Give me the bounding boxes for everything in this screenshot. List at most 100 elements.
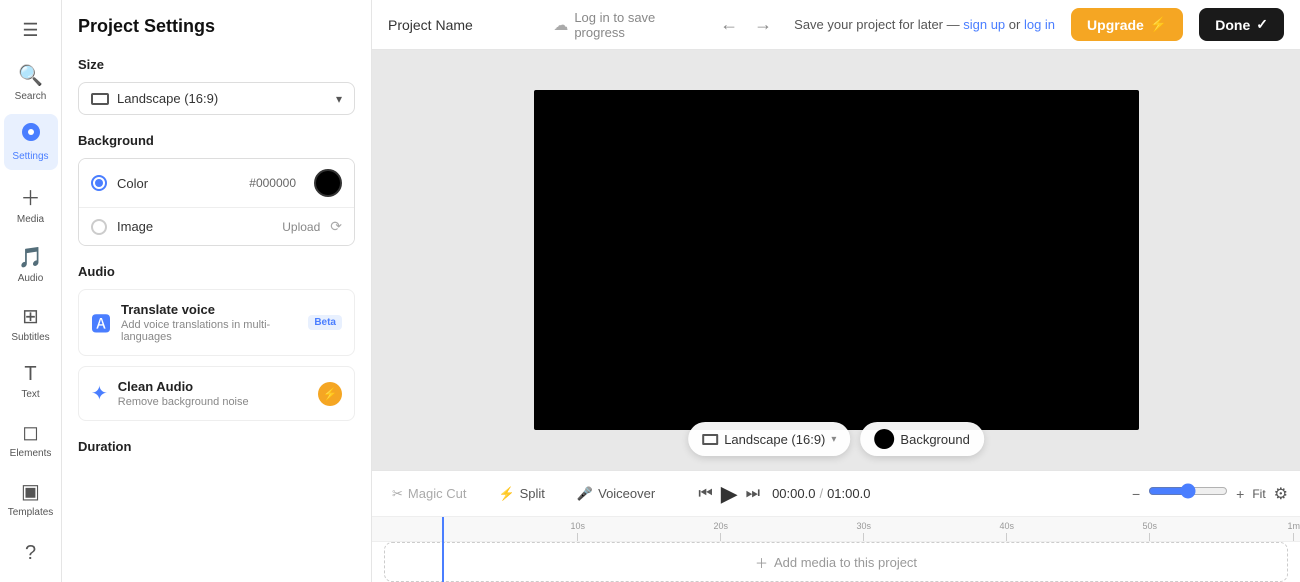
done-button[interactable]: Done ✓ <box>1199 8 1284 41</box>
save-notice-text: Log in to save progress <box>574 10 682 40</box>
undo-redo-group: ← → <box>714 10 778 39</box>
sidebar-label-settings: Settings <box>12 151 48 162</box>
clean-audio-info: Clean Audio Remove background noise <box>118 379 308 408</box>
audio-cards: 🅰 Translate voice Add voice translations… <box>78 289 355 421</box>
save-notice: ☁ Log in to save progress <box>553 10 682 40</box>
sidebar-item-templates[interactable]: ▣ Templates <box>4 471 58 526</box>
settings-panel: Project Settings Size Landscape (16:9) ▾… <box>62 0 372 582</box>
size-section-label: Size <box>78 57 355 72</box>
sidebar-item-media[interactable]: ＋ Media <box>4 174 58 233</box>
sidebar-label-elements: Elements <box>10 448 52 459</box>
sidebar-item-help[interactable]: ? <box>4 534 58 573</box>
fit-button[interactable]: Fit <box>1252 487 1265 501</box>
sidebar-item-audio[interactable]: 🎵 Audio <box>4 237 58 292</box>
ruler-marks: 10s20s30s40s50s1m <box>372 517 1300 541</box>
timeline-center-controls: ⏮ ▶ ⏭ 00:00.0 / 01:00.0 <box>679 481 889 507</box>
redo-button[interactable]: → <box>748 10 778 39</box>
clean-audio-desc: Remove background noise <box>118 396 308 408</box>
color-swatch-button[interactable] <box>314 169 342 197</box>
size-dropdown-arrow: ▾ <box>336 92 342 106</box>
timeline-content[interactable]: ＋ Add media to this project <box>372 542 1300 582</box>
size-value: Landscape (16:9) <box>117 91 218 106</box>
background-pill[interactable]: Background <box>860 422 983 456</box>
zoom-in-button[interactable]: + <box>1236 486 1244 502</box>
skip-back-button[interactable]: ⏮ <box>698 485 712 503</box>
templates-icon: ▣ <box>21 479 40 504</box>
timeline-area: ✂ Magic Cut ⚡ Split 🎤 Voiceover ⏮ ▶ ⏭ <box>372 470 1300 582</box>
zoom-out-button[interactable]: − <box>1132 486 1140 502</box>
add-media-area[interactable]: ＋ Add media to this project <box>384 542 1288 582</box>
bg-color-label: Color <box>117 176 239 191</box>
landscape-pill-label: Landscape (16:9) <box>724 432 825 447</box>
radio-inner <box>95 179 103 187</box>
sidebar-item-elements[interactable]: ◻ Elements <box>4 412 58 467</box>
translate-voice-desc: Add voice translations in multi-language… <box>121 319 298 343</box>
sidebar-item-search[interactable]: 🔍 Search <box>4 55 58 110</box>
panel-title: Project Settings <box>78 16 355 37</box>
signup-link[interactable]: sign up <box>963 17 1005 32</box>
background-options: Color #000000 Image Upload ⟳ <box>78 158 355 246</box>
undo-button[interactable]: ← <box>714 10 744 39</box>
sidebar-item-text[interactable]: T Text <box>4 355 58 408</box>
skip-forward-button[interactable]: ⏭ <box>746 485 760 503</box>
sidebar-item-settings[interactable]: Settings <box>4 114 58 170</box>
clean-audio-title: Clean Audio <box>118 379 308 394</box>
bg-color-hex: #000000 <box>249 176 296 190</box>
zoom-slider-wrap <box>1148 483 1228 504</box>
upgrade-label: Upgrade <box>1087 17 1144 33</box>
add-media-label: Add media to this project <box>774 555 917 570</box>
text-icon: T <box>24 363 36 386</box>
size-dropdown[interactable]: Landscape (16:9) ▾ <box>78 82 355 115</box>
bg-color-option[interactable]: Color #000000 <box>79 159 354 208</box>
audio-icon: 🎵 <box>18 245 43 270</box>
timeline-toolbar: ✂ Magic Cut ⚡ Split 🎤 Voiceover ⏮ ▶ ⏭ <box>372 471 1300 517</box>
background-pill-label: Background <box>900 432 969 447</box>
save-hint-prefix: Save your project for later — <box>794 17 963 32</box>
cloud-icon: ☁ <box>553 16 568 34</box>
sidebar-label-templates: Templates <box>8 507 54 518</box>
size-dropdown-left: Landscape (16:9) <box>91 91 218 106</box>
landscape-icon <box>91 93 109 105</box>
pro-badge: ⚡ <box>318 382 342 406</box>
time-separator: / <box>819 486 823 501</box>
upload-button[interactable]: Upload <box>282 220 320 234</box>
hamburger-menu[interactable]: ☰ <box>12 10 48 51</box>
help-icon: ? <box>25 542 36 565</box>
icon-sidebar: ☰ 🔍 Search Settings ＋ Media 🎵 Audio ⊞ Su… <box>0 0 62 582</box>
bg-image-option[interactable]: Image Upload ⟳ <box>79 208 354 245</box>
login-link[interactable]: log in <box>1024 17 1055 32</box>
top-bar: ☁ Log in to save progress ← → Save your … <box>372 0 1300 50</box>
check-icon: ✓ <box>1256 16 1268 33</box>
magic-cut-icon: ✂ <box>392 486 403 502</box>
upgrade-button[interactable]: Upgrade ⚡ <box>1071 8 1183 41</box>
sidebar-label-search: Search <box>15 91 47 102</box>
zoom-slider[interactable] <box>1148 483 1228 499</box>
timeline-needle <box>442 517 444 582</box>
bg-color-radio[interactable] <box>91 175 107 191</box>
magic-cut-button[interactable]: ✂ Magic Cut <box>384 482 474 506</box>
voiceover-button[interactable]: 🎤 Voiceover <box>569 482 663 506</box>
split-button[interactable]: ⚡ Split <box>490 482 552 506</box>
sidebar-item-subtitles[interactable]: ⊞ Subtitles <box>4 296 58 351</box>
split-label: Split <box>520 486 545 501</box>
landscape-pill[interactable]: Landscape (16:9) ▾ <box>688 422 850 456</box>
timeline-right-controls: − + Fit ⚙ <box>1132 483 1288 504</box>
timeline-settings-button[interactable]: ⚙ <box>1274 484 1288 504</box>
timeline-ruler-wrap: 10s20s30s40s50s1m ＋ Add media to this pr… <box>372 517 1300 582</box>
background-section-label: Background <box>78 133 355 148</box>
clean-audio-card[interactable]: ✦ Clean Audio Remove background noise ⚡ <box>78 366 355 421</box>
voiceover-icon: 🎤 <box>577 486 593 502</box>
duration-section-label: Duration <box>78 439 355 454</box>
translate-voice-card[interactable]: 🅰 Translate voice Add voice translations… <box>78 289 355 356</box>
translate-voice-info: Translate voice Add voice translations i… <box>121 302 298 343</box>
video-preview <box>534 90 1139 430</box>
audio-section-label: Audio <box>78 264 355 279</box>
play-button[interactable]: ▶ <box>721 481 738 507</box>
translate-voice-icon: 🅰 <box>91 308 111 337</box>
sidebar-label-text: Text <box>21 389 39 400</box>
upload-icon: ⟳ <box>330 218 342 235</box>
project-name-input[interactable] <box>388 17 537 33</box>
elements-icon: ◻ <box>22 420 39 445</box>
bg-image-radio[interactable] <box>91 219 107 235</box>
voiceover-label: Voiceover <box>598 486 655 501</box>
